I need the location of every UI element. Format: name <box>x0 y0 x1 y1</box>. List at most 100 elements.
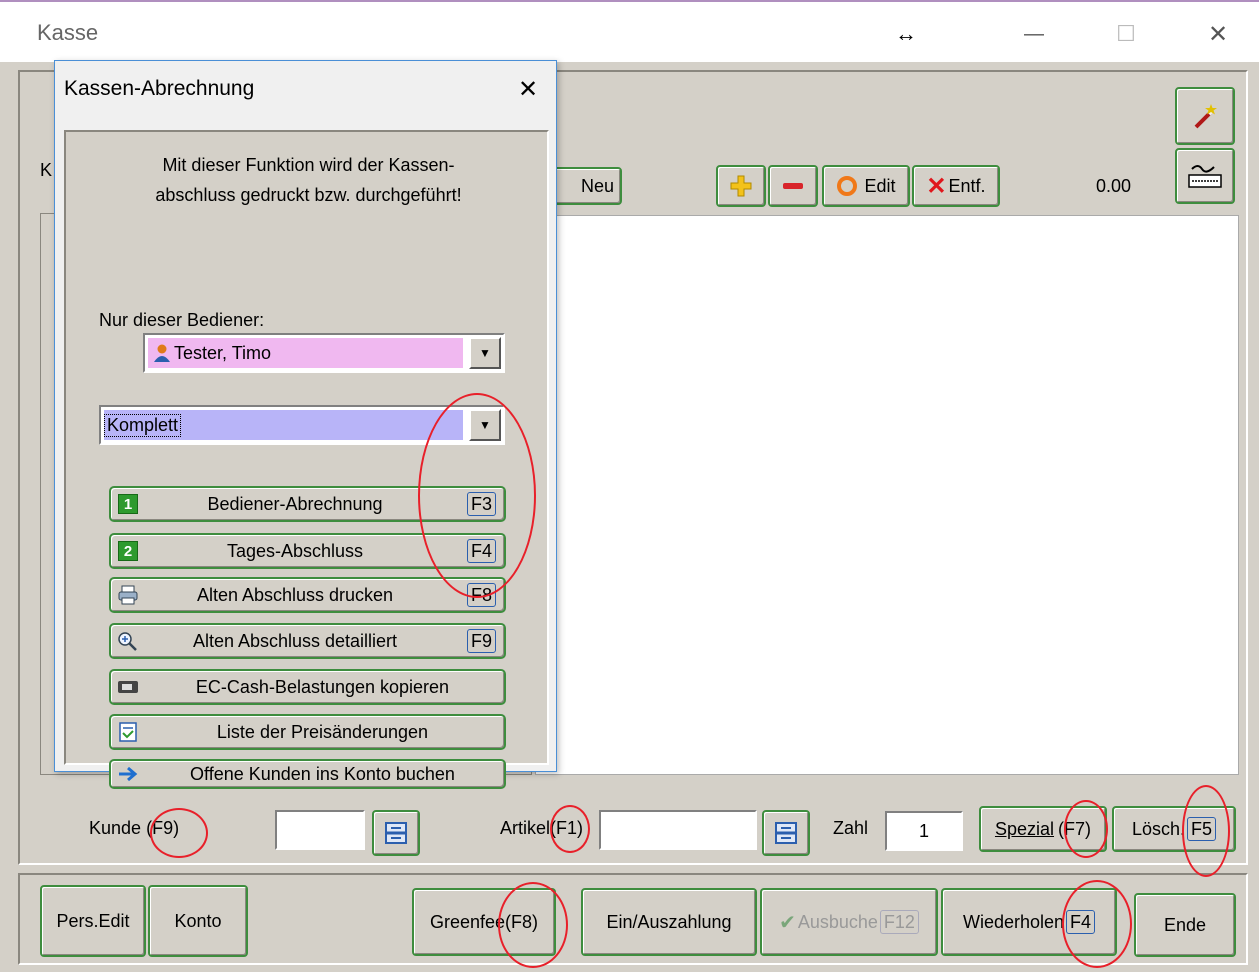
billing-dialog: Kassen-Abrechnung ✕ Mit dieser Funktion … <box>54 60 557 789</box>
minimize-button[interactable]: — <box>1004 12 1064 56</box>
special-button[interactable]: Spezial (F7) <box>979 806 1107 852</box>
detail-old-closing-key: F9 <box>466 629 496 653</box>
pers-edit-button[interactable]: Pers.Edit <box>40 885 146 957</box>
price-changes-button[interactable]: Liste der Preisänderungen <box>109 714 506 750</box>
maximize-button[interactable]: ☐ <box>1096 12 1156 56</box>
price-changes-label: Liste der Preisänderungen <box>216 721 429 742</box>
dialog-close-button[interactable]: ✕ <box>508 71 548 107</box>
operator-billing-label: Bediener-Abrechnung <box>207 493 383 514</box>
close-icon: ✕ <box>517 75 539 103</box>
account-button[interactable]: Konto <box>148 885 248 957</box>
article-label: Artikel <box>500 818 551 838</box>
book-out-label: Ausbuche <box>797 911 878 932</box>
detail-old-closing-label: Alten Abschluss detailliert <box>192 630 398 651</box>
edit-button[interactable]: Edit <box>822 165 910 207</box>
day-close-button[interactable]: 2 Tages-Abschluss F4 <box>109 533 506 569</box>
delete-label: Lösch. <box>1131 818 1186 839</box>
book-out-key: F12 <box>879 910 919 934</box>
minus-icon <box>783 183 803 189</box>
article-key: (F1) <box>550 818 584 838</box>
copy-ec-cash-label: EC-Cash-Belastungen kopieren <box>195 676 450 697</box>
special-key: (F7) <box>1058 818 1092 839</box>
wand-button[interactable] <box>1175 87 1235 145</box>
open-customers-label: Offene Kunden ins Konto buchen <box>190 763 455 784</box>
cash-in-out-label: Ein/Auszahlung <box>606 911 732 932</box>
dialog-intro: Mit dieser Funktion wird der Kassen- abs… <box>66 150 551 210</box>
operator-select[interactable]: Tester, Timo ▼ <box>143 333 505 373</box>
arrow-right-icon <box>119 766 138 782</box>
pers-edit-label: Pers.Edit <box>56 910 130 931</box>
end-button[interactable]: Ende <box>1134 893 1236 957</box>
intro-line-2: abschluss gedruckt bzw. durchgeführt! <box>155 185 462 205</box>
badge-1-icon: 1 <box>118 494 138 514</box>
chevron-down-icon[interactable]: ▼ <box>469 409 501 441</box>
operator-billing-key: F3 <box>466 492 496 516</box>
operator-label: Nur dieser Bediener: <box>99 310 265 330</box>
ring-icon <box>837 176 858 196</box>
title-bar: Kasse ↔ — ☐ ✕ <box>0 0 1259 62</box>
dialog-panel: Mit dieser Funktion wird der Kassen- abs… <box>64 130 551 789</box>
item-list[interactable] <box>535 215 1239 775</box>
total-amount: 0.00 <box>1096 176 1132 196</box>
print-old-closing-button[interactable]: Alten Abschluss drucken F8 <box>109 577 506 613</box>
user-icon <box>154 344 170 362</box>
delete-entry-button[interactable]: ✕ Entf. <box>912 165 1000 207</box>
printer-icon <box>118 585 138 605</box>
detail-old-closing-button[interactable]: Alten Abschluss detailliert F9 <box>109 623 506 659</box>
chevron-down-icon[interactable]: ▼ <box>469 337 501 369</box>
day-close-label: Tages-Abschluss <box>226 540 364 561</box>
operator-value: Tester, Timo <box>174 342 272 363</box>
article-lookup-button[interactable] <box>762 810 810 856</box>
dialog-title: Kassen-Abrechnung <box>64 77 255 100</box>
mode-value: Komplett <box>104 413 182 437</box>
special-label: Spezial <box>994 818 1055 839</box>
remove-button[interactable] <box>768 165 818 207</box>
account-label: Konto <box>174 910 222 931</box>
magic-wand-icon <box>1194 104 1217 129</box>
repeat-button[interactable]: Wiederholen F4 <box>941 888 1117 956</box>
print-old-closing-label: Alten Abschluss drucken <box>196 584 394 605</box>
close-button[interactable]: ✕ <box>1188 12 1248 56</box>
new-button[interactable]: Neu <box>548 167 622 205</box>
count-label: Zahl <box>833 818 869 838</box>
card-icon <box>118 681 138 693</box>
delete-button[interactable]: Lösch. F5 <box>1112 806 1236 852</box>
customer-lookup-button[interactable] <box>372 810 420 856</box>
badge-2-icon: 2 <box>118 541 138 561</box>
day-close-key: F4 <box>466 539 496 563</box>
book-out-button[interactable]: ✔ Ausbuche F12 <box>760 888 938 956</box>
lookup-icon <box>775 822 797 844</box>
check-icon: ✔ <box>779 911 796 934</box>
new-label: Neu <box>580 175 614 196</box>
magnifier-icon <box>118 632 137 651</box>
count-input[interactable]: 1 <box>885 811 963 851</box>
plus-icon <box>730 175 752 197</box>
mode-select[interactable]: Komplett ▼ <box>99 405 505 445</box>
article-input[interactable] <box>599 810 757 850</box>
list-icon <box>119 722 137 742</box>
end-label: Ende <box>1163 914 1207 935</box>
delete-x-icon: ✕ <box>926 172 947 200</box>
cash-in-out-button[interactable]: Ein/Auszahlung <box>581 888 757 956</box>
intro-line-1: Mit dieser Funktion wird der Kassen- <box>162 155 455 175</box>
customer-key: (F9) <box>146 818 180 838</box>
customer-label-group: Kunde (F9) <box>89 818 179 839</box>
window-title: Kasse <box>37 20 99 45</box>
add-button[interactable] <box>716 165 766 207</box>
customer-label: Kunde <box>89 818 142 838</box>
resize-cursor-icon: ↔ <box>895 21 917 46</box>
open-customers-button[interactable]: Offene Kunden ins Konto buchen <box>109 759 506 789</box>
greenfee-label: Greenfee <box>429 911 506 932</box>
repeat-key: F4 <box>1066 910 1096 934</box>
delete-entry-label: Entf. <box>948 175 986 196</box>
greenfee-button[interactable]: Greenfee (F8) <box>412 888 556 956</box>
repeat-label: Wiederholen <box>962 911 1065 932</box>
signature-pad-icon <box>1188 165 1222 188</box>
title-accent-line <box>0 0 1259 2</box>
edit-label: Edit <box>864 175 896 196</box>
copy-ec-cash-button[interactable]: EC-Cash-Belastungen kopieren <box>109 669 506 705</box>
greenfee-key: (F8) <box>505 911 539 932</box>
operator-billing-button[interactable]: 1 Bediener-Abrechnung F3 <box>109 486 506 522</box>
customer-input[interactable] <box>275 810 365 850</box>
signature-pad-button[interactable] <box>1175 148 1235 204</box>
